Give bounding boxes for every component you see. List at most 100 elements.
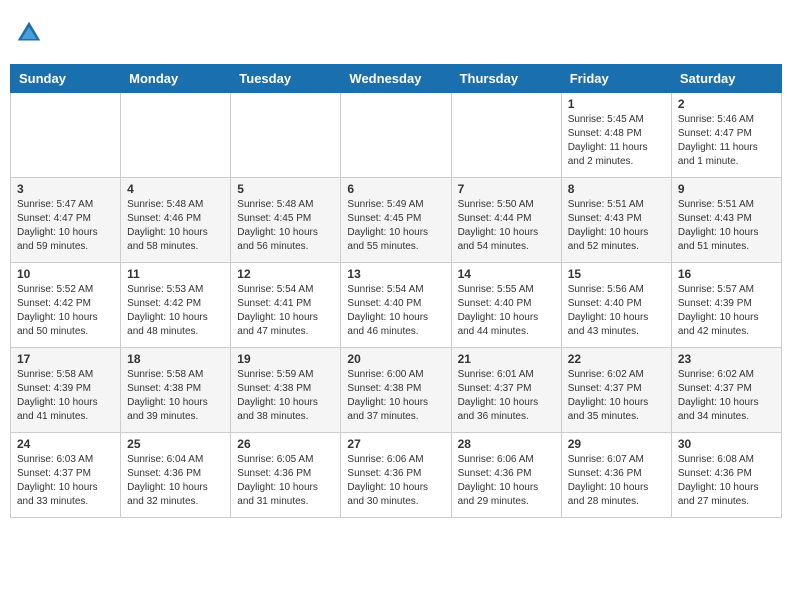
calendar-cell: 9 Sunrise: 5:51 AMSunset: 4:43 PMDaylight… [671,178,781,263]
day-number: 28 [458,437,555,451]
day-info: Sunrise: 6:08 AMSunset: 4:36 PMDaylight:… [678,453,775,509]
logo [14,18,46,48]
day-number: 25 [127,437,224,451]
day-info: Sunrise: 5:59 AMSunset: 4:38 PMDaylight:… [237,368,334,424]
calendar-cell: 29Sunrise: 6:07 AMSunset: 4:36 PMDayligh… [561,433,671,518]
calendar-cell: 10Sunrise: 5:52 AMSunset: 4:42 PMDayligh… [11,263,121,348]
day-of-week-header: Wednesday [341,65,451,93]
calendar-cell: 21 Sunrise: 6:01 AMSunset: 4:37 PMDayligh… [451,348,561,433]
calendar-cell: 2 Sunrise: 5:46 AMSunset: 4:47 PMDaylight… [671,93,781,178]
day-number: 16 [678,267,775,281]
day-info: Sunrise: 5:45 AMSunset: 4:48 PMDaylight:… [568,113,665,169]
day-info: Sunrise: 6:06 AMSunset: 4:36 PMDaylight:… [347,453,444,509]
day-info: Sunrise: 5:51 AMSunset: 4:43 PMDaylight:… [678,198,775,254]
calendar-cell [341,93,451,178]
day-number: 30 [678,437,775,451]
day-info: Sunrise: 5:48 AMSunset: 4:46 PMDaylight:… [127,198,224,254]
day-number: 11 [127,267,224,281]
calendar-week-row: 24 Sunrise: 6:03 AMSunset: 4:37 PMDayligh… [11,433,782,518]
day-number: 23 [678,352,775,366]
day-number: 2 [678,97,775,111]
day-number: 9 [678,182,775,196]
day-number: 17 [17,352,114,366]
calendar-cell: 25 Sunrise: 6:04 AMSunset: 4:36 PMDayligh… [121,433,231,518]
calendar-cell: 16 Sunrise: 5:57 AMSunset: 4:39 PMDayligh… [671,263,781,348]
calendar-header: SundayMondayTuesdayWednesdayThursdayFrid… [11,65,782,93]
calendar-cell: 17 Sunrise: 5:58 AMSunset: 4:39 PMDayligh… [11,348,121,433]
day-number: 27 [347,437,444,451]
day-info: Sunrise: 6:01 AMSunset: 4:37 PMDaylight:… [458,368,555,424]
header-row: SundayMondayTuesdayWednesdayThursdayFrid… [11,65,782,93]
day-number: 6 [347,182,444,196]
day-number: 19 [237,352,334,366]
day-info: Sunrise: 5:49 AMSunset: 4:45 PMDaylight:… [347,198,444,254]
day-number: 14 [458,267,555,281]
calendar-cell: 23Sunrise: 6:02 AMSunset: 4:37 PMDayligh… [671,348,781,433]
day-number: 10 [17,267,114,281]
day-number: 18 [127,352,224,366]
day-info: Sunrise: 5:50 AMSunset: 4:44 PMDaylight:… [458,198,555,254]
day-of-week-header: Friday [561,65,671,93]
day-of-week-header: Saturday [671,65,781,93]
calendar-cell: 30 Sunrise: 6:08 AMSunset: 4:36 PMDayligh… [671,433,781,518]
day-number: 5 [237,182,334,196]
calendar-week-row: 10Sunrise: 5:52 AMSunset: 4:42 PMDayligh… [11,263,782,348]
day-number: 21 [458,352,555,366]
day-number: 1 [568,97,665,111]
calendar-cell: 14 Sunrise: 5:55 AMSunset: 4:40 PMDayligh… [451,263,561,348]
day-info: Sunrise: 5:57 AMSunset: 4:39 PMDaylight:… [678,283,775,339]
day-number: 26 [237,437,334,451]
day-info: Sunrise: 6:05 AMSunset: 4:36 PMDaylight:… [237,453,334,509]
day-number: 13 [347,267,444,281]
day-info: Sunrise: 5:54 AMSunset: 4:41 PMDaylight:… [237,283,334,339]
calendar-cell: 22 Sunrise: 6:02 AMSunset: 4:37 PMDayligh… [561,348,671,433]
calendar-cell: 8Sunrise: 5:51 AMSunset: 4:43 PMDaylight… [561,178,671,263]
calendar-week-row: 17 Sunrise: 5:58 AMSunset: 4:39 PMDayligh… [11,348,782,433]
day-info: Sunrise: 6:06 AMSunset: 4:36 PMDaylight:… [458,453,555,509]
day-info: Sunrise: 6:00 AMSunset: 4:38 PMDaylight:… [347,368,444,424]
calendar-cell: 20 Sunrise: 6:00 AMSunset: 4:38 PMDayligh… [341,348,451,433]
calendar-cell: 12 Sunrise: 5:54 AMSunset: 4:41 PMDayligh… [231,263,341,348]
calendar-cell: 26 Sunrise: 6:05 AMSunset: 4:36 PMDayligh… [231,433,341,518]
day-info: Sunrise: 5:53 AMSunset: 4:42 PMDaylight:… [127,283,224,339]
day-number: 29 [568,437,665,451]
day-info: Sunrise: 6:03 AMSunset: 4:37 PMDaylight:… [17,453,114,509]
day-info: Sunrise: 5:46 AMSunset: 4:47 PMDaylight:… [678,113,775,169]
calendar-cell: 11 Sunrise: 5:53 AMSunset: 4:42 PMDayligh… [121,263,231,348]
calendar-week-row: 3 Sunrise: 5:47 AMSunset: 4:47 PMDaylight… [11,178,782,263]
day-info: Sunrise: 5:48 AMSunset: 4:45 PMDaylight:… [237,198,334,254]
day-of-week-header: Sunday [11,65,121,93]
calendar-cell: 1 Sunrise: 5:45 AMSunset: 4:48 PMDaylight… [561,93,671,178]
calendar-table: SundayMondayTuesdayWednesdayThursdayFrid… [10,64,782,518]
calendar-cell: 24 Sunrise: 6:03 AMSunset: 4:37 PMDayligh… [11,433,121,518]
day-number: 24 [17,437,114,451]
calendar-cell: 3 Sunrise: 5:47 AMSunset: 4:47 PMDaylight… [11,178,121,263]
day-number: 8 [568,182,665,196]
day-info: Sunrise: 6:02 AMSunset: 4:37 PMDaylight:… [568,368,665,424]
day-info: Sunrise: 5:54 AMSunset: 4:40 PMDaylight:… [347,283,444,339]
header [10,10,782,56]
day-info: Sunrise: 5:58 AMSunset: 4:39 PMDaylight:… [17,368,114,424]
calendar-cell [11,93,121,178]
calendar-cell: 28 Sunrise: 6:06 AMSunset: 4:36 PMDayligh… [451,433,561,518]
calendar-cell: 4 Sunrise: 5:48 AMSunset: 4:46 PMDaylight… [121,178,231,263]
day-number: 20 [347,352,444,366]
day-number: 7 [458,182,555,196]
day-info: Sunrise: 5:55 AMSunset: 4:40 PMDaylight:… [458,283,555,339]
calendar-cell: 18 Sunrise: 5:58 AMSunset: 4:38 PMDayligh… [121,348,231,433]
day-info: Sunrise: 5:56 AMSunset: 4:40 PMDaylight:… [568,283,665,339]
calendar-cell [121,93,231,178]
day-number: 4 [127,182,224,196]
day-info: Sunrise: 6:04 AMSunset: 4:36 PMDaylight:… [127,453,224,509]
calendar-cell: 27 Sunrise: 6:06 AMSunset: 4:36 PMDayligh… [341,433,451,518]
calendar-cell: 5 Sunrise: 5:48 AMSunset: 4:45 PMDaylight… [231,178,341,263]
day-number: 22 [568,352,665,366]
day-number: 12 [237,267,334,281]
day-number: 3 [17,182,114,196]
calendar-cell: 13 Sunrise: 5:54 AMSunset: 4:40 PMDayligh… [341,263,451,348]
day-info: Sunrise: 5:47 AMSunset: 4:47 PMDaylight:… [17,198,114,254]
day-of-week-header: Tuesday [231,65,341,93]
calendar-cell: 6 Sunrise: 5:49 AMSunset: 4:45 PMDaylight… [341,178,451,263]
logo-icon [14,18,44,48]
day-info: Sunrise: 5:58 AMSunset: 4:38 PMDaylight:… [127,368,224,424]
